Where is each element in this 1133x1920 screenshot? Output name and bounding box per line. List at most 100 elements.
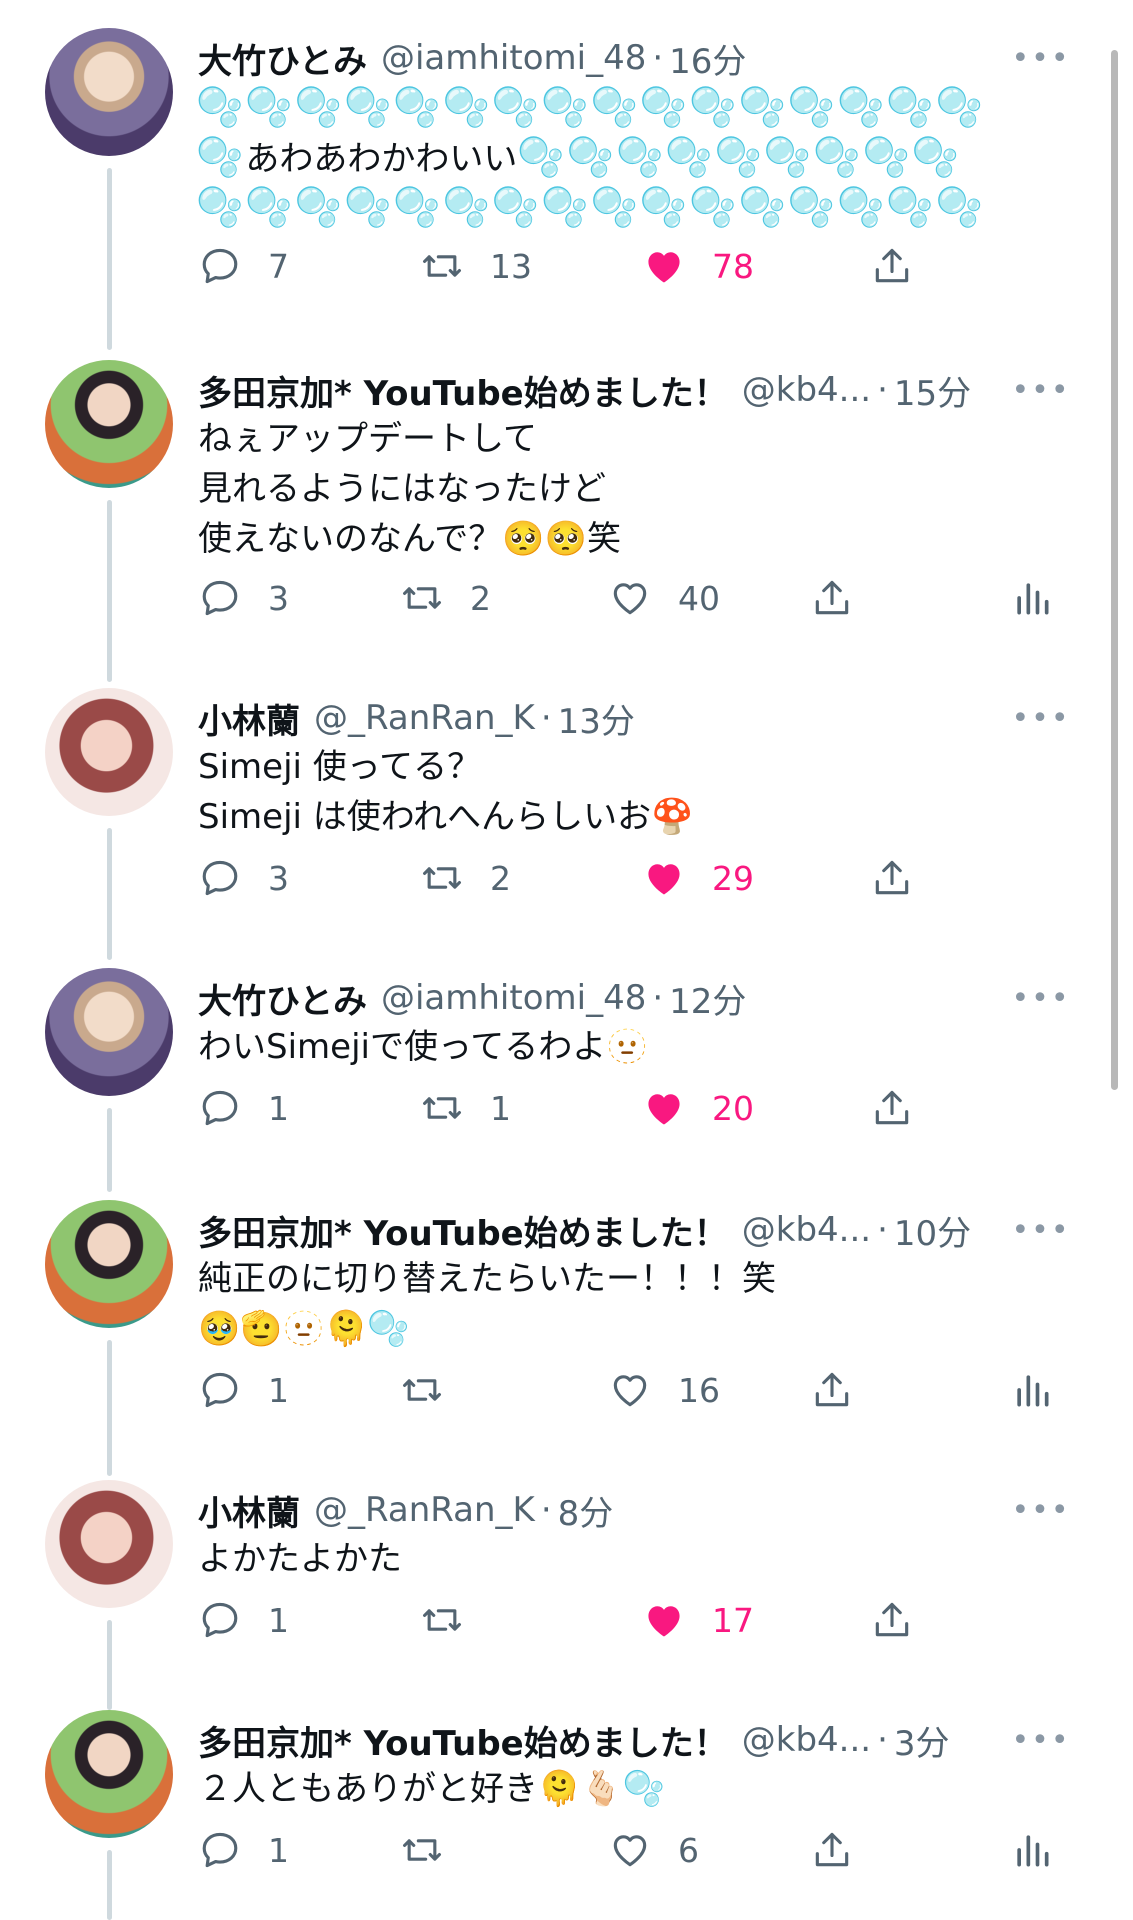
more-icon[interactable]: ••• [1011, 694, 1071, 742]
like-button[interactable]: 78 [642, 238, 754, 294]
avatar[interactable] [45, 688, 173, 816]
share-button[interactable] [870, 850, 914, 906]
like-button[interactable]: 16 [608, 1362, 720, 1418]
reply-button[interactable]: 7 [198, 238, 289, 294]
display-name[interactable]: 小林蘭 [198, 1486, 300, 1535]
retweet-button[interactable] [400, 1362, 444, 1418]
tweet-header: 大竹ひとみ @iamhitomi_48 · 16分 [198, 34, 1033, 82]
like-button[interactable]: 17 [642, 1592, 754, 1648]
heart-icon [613, 1375, 647, 1407]
tweet-header: 多田京加* YouTube始めました！ @kb4... · 10分 [198, 1206, 1033, 1254]
retweet-button[interactable]: 1 [420, 1080, 511, 1136]
tweet-header: 多田京加* YouTube始めました！ @kb4... · 15分 [198, 366, 1033, 414]
reply-count: 1 [268, 1600, 289, 1640]
like-count: 29 [712, 858, 754, 898]
share-button[interactable] [870, 1592, 914, 1648]
thread-line [107, 828, 112, 960]
retweet-button[interactable] [420, 1592, 464, 1648]
heart-icon [648, 864, 680, 895]
more-icon[interactable]: ••• [1011, 366, 1071, 414]
avatar[interactable] [45, 968, 173, 1096]
retweet-icon [423, 255, 461, 277]
timestamp[interactable]: 3分 [894, 1716, 950, 1765]
display-name[interactable]: 大竹ひとみ [198, 34, 367, 83]
analytics-button[interactable] [1010, 1822, 1054, 1878]
separator-dot: · [652, 38, 664, 78]
heart-icon [613, 583, 647, 615]
more-icon[interactable]: ••• [1011, 1486, 1071, 1534]
timestamp[interactable]: 12分 [669, 974, 746, 1023]
display-name[interactable]: 多田京加* YouTube始めました！ [198, 366, 728, 415]
timestamp[interactable]: 15分 [894, 366, 971, 415]
like-count: 6 [678, 1830, 699, 1870]
reply-button[interactable]: 1 [198, 1080, 289, 1136]
analytics-button[interactable] [1010, 570, 1054, 626]
more-icon[interactable]: ••• [1011, 974, 1071, 1022]
more-icon[interactable]: ••• [1011, 1206, 1071, 1254]
retweet-button[interactable]: 13 [420, 238, 532, 294]
reply-count: 1 [268, 1830, 289, 1870]
avatar[interactable] [45, 1200, 173, 1328]
avatar[interactable] [45, 28, 173, 156]
user-handle[interactable]: @iamhitomi_48 [381, 978, 646, 1018]
reply-button[interactable]: 3 [198, 570, 289, 626]
reply-button[interactable]: 3 [198, 850, 289, 906]
display-name[interactable]: 小林蘭 [198, 694, 300, 743]
like-button[interactable]: 20 [642, 1080, 754, 1136]
tweet-header: 小林蘭 @_RanRan_K · 8分 [198, 1486, 1033, 1534]
avatar[interactable] [45, 1480, 173, 1608]
user-handle[interactable]: @kb4... [742, 1720, 871, 1760]
avatar[interactable] [45, 360, 173, 488]
retweet-button[interactable]: 2 [400, 570, 491, 626]
timestamp[interactable]: 10分 [894, 1206, 971, 1255]
analytics-icon [1017, 583, 1049, 615]
retweet-button[interactable] [400, 1822, 444, 1878]
reply-button[interactable]: 1 [198, 1362, 289, 1418]
like-button[interactable]: 6 [608, 1822, 699, 1878]
avatar[interactable] [45, 1710, 173, 1838]
user-handle[interactable]: @iamhitomi_48 [381, 38, 646, 78]
timestamp[interactable]: 13分 [558, 694, 635, 743]
share-icon [815, 580, 849, 615]
share-icon [875, 248, 909, 283]
analytics-button[interactable] [1010, 1362, 1054, 1418]
share-button[interactable] [810, 1822, 854, 1878]
user-handle[interactable]: @kb4... [742, 1210, 871, 1250]
timestamp[interactable]: 16分 [669, 34, 746, 83]
like-count: 20 [712, 1088, 754, 1128]
share-icon [815, 1832, 849, 1867]
reply-button[interactable]: 1 [198, 1592, 289, 1648]
scrollbar[interactable] [1111, 50, 1118, 1090]
separator-dot: · [540, 1490, 552, 1530]
tweet-header: 大竹ひとみ @iamhitomi_48 · 12分 [198, 974, 1033, 1022]
timestamp[interactable]: 8分 [558, 1486, 614, 1535]
retweet-button[interactable]: 2 [420, 850, 511, 906]
bubble-emoji: 🫧🫧🫧🫧🫧🫧🫧🫧🫧 [517, 135, 962, 179]
share-button[interactable] [810, 570, 854, 626]
like-count: 40 [678, 578, 720, 618]
share-button[interactable] [870, 1080, 914, 1136]
user-handle[interactable]: @kb4... [742, 370, 871, 410]
reply-icon [202, 248, 238, 284]
share-button[interactable] [810, 1362, 854, 1418]
like-button[interactable]: 40 [608, 570, 720, 626]
action-bar: 3 2 40 [0, 570, 1133, 626]
retweet-count: 2 [470, 578, 491, 618]
display-name[interactable]: 大竹ひとみ [198, 974, 367, 1023]
user-handle[interactable]: @_RanRan_K [314, 1490, 535, 1530]
display-name[interactable]: 多田京加* YouTube始めました！ [198, 1716, 728, 1765]
reply-count: 3 [268, 858, 289, 898]
more-icon[interactable]: ••• [1011, 1716, 1071, 1764]
action-bar: 3 2 29 [0, 850, 1133, 906]
display-name[interactable]: 多田京加* YouTube始めました！ [198, 1206, 728, 1255]
reply-icon [202, 1090, 238, 1126]
user-handle[interactable]: @_RanRan_K [314, 698, 535, 738]
share-button[interactable] [870, 238, 914, 294]
like-count: 17 [712, 1600, 754, 1640]
more-icon[interactable]: ••• [1011, 34, 1071, 82]
action-bar: 7 13 78 [0, 238, 1133, 294]
reply-icon [202, 1372, 238, 1408]
like-button[interactable]: 29 [642, 850, 754, 906]
tweet-text: 純正のに切り替えたらいたー！！！笑 🥹🫡🫥🫠🫧 [198, 1259, 776, 1349]
reply-button[interactable]: 1 [198, 1822, 289, 1878]
